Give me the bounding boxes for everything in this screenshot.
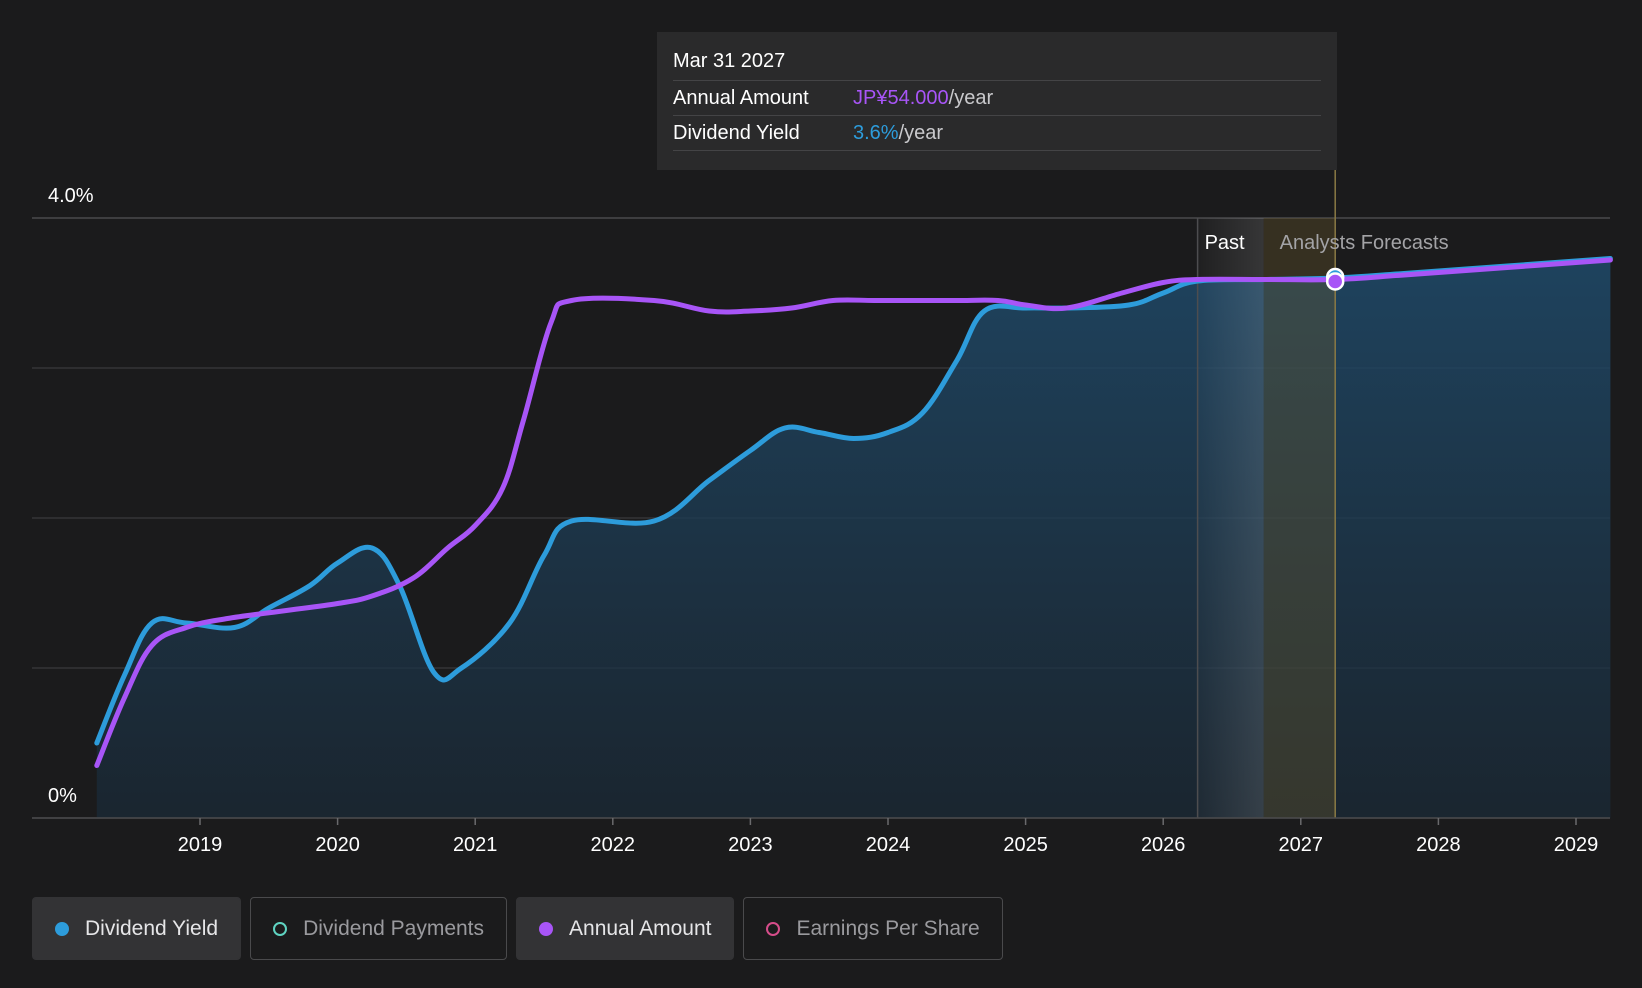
legend-dividend-yield-label: Dividend Yield [85, 916, 219, 940]
tooltip-dividend-yield-value: 3.6% [853, 122, 899, 144]
tooltip-annual-amount-unit: /year [948, 87, 994, 109]
tooltip-dividend-yield-unit: /year [898, 122, 944, 144]
x-tick-label: 2021 [453, 834, 498, 856]
dividend-yield-dot-icon [55, 921, 69, 936]
tooltip-row-dividend-yield: Dividend Yield 3.6% /year [673, 116, 1321, 151]
legend-earnings-per-share-label: Earnings Per Share [796, 916, 980, 940]
past-region [1197, 218, 1264, 818]
x-axis: 2019 2020 2021 2022 2023 2024 2025 2026 2027 2028… [32, 817, 1610, 856]
chart-tooltip: Mar 31 2027 Annual Amount JP¥54.000 /yea… [657, 32, 1337, 170]
x-tick-label: 2025 [1003, 834, 1048, 856]
y-tick-label: 4.0% [48, 185, 94, 207]
legend-dividend-yield[interactable]: Dividend Yield [32, 897, 242, 960]
dividend-payments-ring-icon [273, 921, 288, 936]
dividend-yield-area [96, 258, 1611, 818]
analysts-forecasts-label: Analysts Forecasts [1280, 232, 1449, 254]
legend-dividend-payments[interactable]: Dividend Payments [250, 897, 508, 960]
tooltip-annual-amount-value: JP¥54.000 [853, 87, 949, 109]
x-tick-label: 2027 [1279, 834, 1324, 856]
x-tick-label: 2023 [728, 834, 773, 856]
legend-annual-amount-label: Annual Amount [569, 916, 712, 940]
chart-legend: Dividend Yield Dividend Payments Annual … [32, 897, 1003, 960]
past-label: Past [1205, 232, 1245, 254]
x-tick-label: 2024 [866, 834, 911, 856]
x-tick-label: 2029 [1554, 834, 1599, 856]
x-tick-label: 2020 [315, 834, 360, 856]
legend-earnings-per-share[interactable]: Earnings Per Share [743, 897, 1003, 960]
annual-amount-dot-icon [539, 921, 554, 936]
x-tick-label: 2019 [178, 834, 223, 856]
forecast-region [1263, 218, 1336, 818]
tooltip-row-annual-amount: Annual Amount JP¥54.000 /year [673, 81, 1321, 116]
annual-amount-marker [1325, 272, 1345, 291]
earnings-per-share-ring-icon [766, 921, 781, 936]
legend-annual-amount[interactable]: Annual Amount [516, 897, 735, 960]
tooltip-dividend-yield-label: Dividend Yield [673, 122, 800, 144]
legend-dividend-payments-label: Dividend Payments [303, 916, 485, 940]
highlight-markers [1325, 267, 1345, 291]
x-tick-label: 2026 [1141, 834, 1186, 856]
x-tick-label: 2022 [591, 834, 636, 856]
x-tick-label: 2028 [1416, 834, 1461, 856]
y-tick-label: 0% [48, 785, 77, 807]
tooltip-date: Mar 31 2027 [673, 46, 1321, 81]
tooltip-annual-amount-label: Annual Amount [673, 87, 809, 109]
